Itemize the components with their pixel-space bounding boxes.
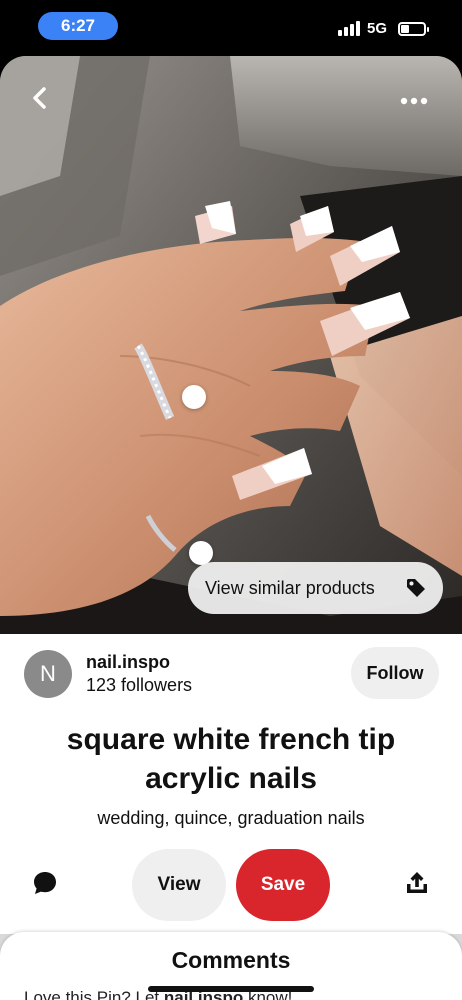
creator-avatar[interactable]: N [24, 650, 72, 698]
comment-icon [34, 872, 56, 894]
comments-prompt-prefix: Love this Pin? Let [24, 988, 164, 1000]
back-button[interactable] [22, 80, 58, 116]
creator-name[interactable]: nail.inspo [86, 652, 170, 673]
home-indicator [148, 986, 314, 992]
view-button[interactable]: View [132, 849, 226, 921]
share-icon [407, 872, 427, 893]
view-similar-products-button[interactable]: View similar products [188, 562, 443, 614]
pin-image[interactable] [0, 56, 462, 634]
status-bar: 6:27 5G [0, 0, 462, 56]
status-time[interactable]: 6:27 [38, 12, 118, 40]
save-button[interactable]: Save [236, 849, 330, 921]
comments-title: Comments [171, 947, 291, 973]
battery-icon [398, 22, 429, 36]
pin-title: square white french tip acrylic nails [66, 723, 396, 795]
tag-icon [407, 579, 425, 597]
view-similar-label: View similar products [205, 577, 375, 598]
comment-button[interactable] [32, 870, 58, 896]
signal-icon [338, 20, 360, 36]
follow-button[interactable]: Follow [351, 647, 439, 699]
product-tag-dot[interactable] [182, 385, 206, 409]
back-icon [33, 87, 46, 109]
pin-photo [0, 56, 462, 634]
more-icon [400, 97, 428, 105]
pin-description: wedding, quince, graduation nails [97, 808, 365, 828]
network-label: 5G [367, 20, 388, 37]
creator-followers: 123 followers [86, 675, 193, 695]
share-button[interactable] [404, 870, 430, 896]
more-options-button[interactable] [392, 86, 436, 116]
